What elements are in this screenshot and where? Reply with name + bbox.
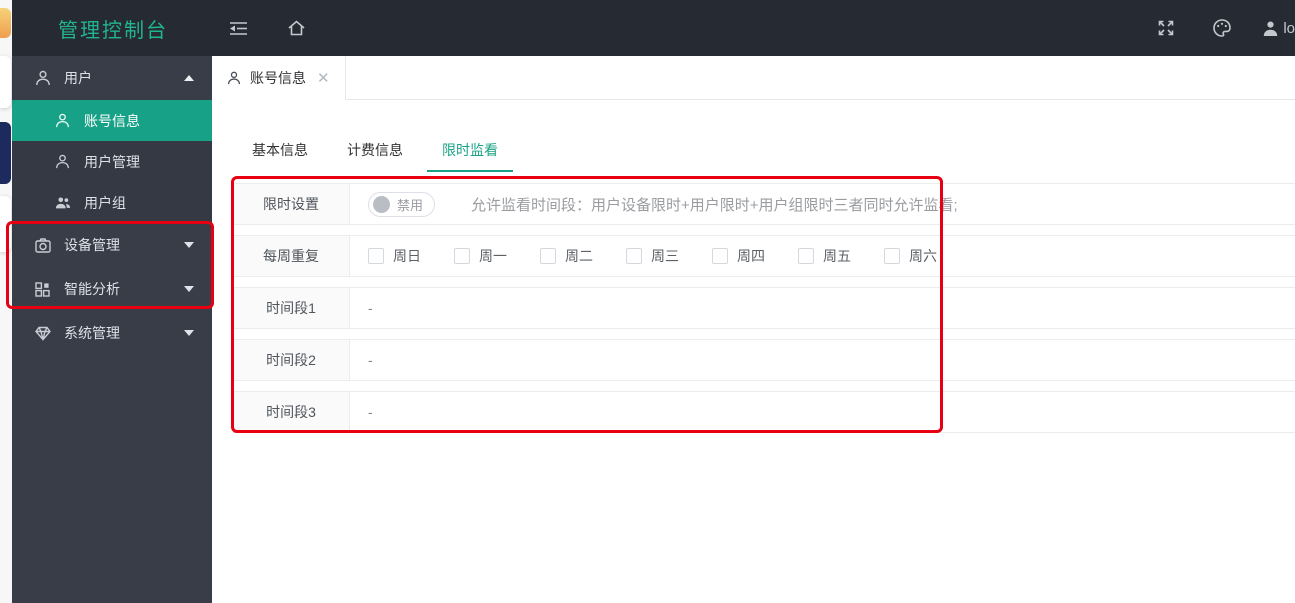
checkbox-icon[interactable] xyxy=(626,248,642,264)
sidebar-item-label: 用户 xyxy=(64,70,92,86)
form-row-weekly-repeat: 每周重复 周日 周一 周二 周三 周四 周五 周六 xyxy=(233,235,1295,277)
sidebar-item-users-parent[interactable]: 用户 xyxy=(12,56,212,100)
period-value: - xyxy=(368,300,373,316)
form-row-period-1: 时间段1 - xyxy=(233,287,1295,329)
checkbox-icon[interactable] xyxy=(368,248,384,264)
blocks-grid-icon xyxy=(34,281,51,298)
subtab-basic-info[interactable]: 基本信息 xyxy=(237,130,323,172)
background-window-fragment xyxy=(0,8,11,38)
form-row-period-2: 时间段2 - xyxy=(233,339,1295,381)
user-menu[interactable]: lo xyxy=(1262,20,1295,37)
form-row-limit-setting: 限时设置 禁用 允许监看时间段：用户设备限时+用户限时+用户组限时三者同时允许监… xyxy=(233,183,1295,225)
day-checkbox-thursday[interactable]: 周四 xyxy=(712,246,765,266)
sidebar-item-label: 用户管理 xyxy=(84,153,140,170)
topbar-right-group: lo xyxy=(1154,16,1295,40)
checkbox-icon[interactable] xyxy=(454,248,470,264)
checkbox-icon[interactable] xyxy=(884,248,900,264)
desktop-edge-strip xyxy=(0,0,12,603)
tab-account-info[interactable]: 账号信息 ✕ xyxy=(212,56,346,100)
open-tabs-bar: 账号信息 ✕ xyxy=(212,56,1295,100)
subtab-billing-info[interactable]: 计费信息 xyxy=(332,130,418,172)
sidebar-item-label: 用户组 xyxy=(84,194,126,211)
day-checkbox-saturday[interactable]: 周六 xyxy=(884,246,937,266)
topbar: 管理控制台 lo xyxy=(12,0,1295,56)
chevron-down-icon xyxy=(184,286,194,292)
sidebar-item-label: 系统管理 xyxy=(64,325,120,341)
chevron-down-icon xyxy=(184,242,194,248)
user-group-icon xyxy=(54,194,71,211)
gem-icon xyxy=(34,325,51,342)
row-label: 每周重复 xyxy=(233,236,350,276)
sidebar-item-intelligent-analysis[interactable]: 智能分析 xyxy=(12,267,212,311)
limit-toggle-switch[interactable]: 禁用 xyxy=(368,191,436,217)
checkbox-icon[interactable] xyxy=(540,248,556,264)
chevron-up-icon xyxy=(184,75,194,81)
limit-hint-text: 允许监看时间段：用户设备限时+用户限时+用户组限时三者同时允许监看; xyxy=(471,196,958,214)
checkbox-icon[interactable] xyxy=(712,248,728,264)
detail-subtabs: 基本信息 计费信息 限时监看 xyxy=(237,130,1295,172)
period-value: - xyxy=(368,404,373,420)
row-label: 时间段2 xyxy=(233,340,350,380)
sidebar-item-account-info[interactable]: 账号信息 xyxy=(12,100,212,141)
person-icon xyxy=(54,112,71,129)
checkbox-icon[interactable] xyxy=(798,248,814,264)
day-checkbox-friday[interactable]: 周五 xyxy=(798,246,851,266)
period-value: - xyxy=(368,352,373,368)
sidebar-item-system-management[interactable]: 系统管理 xyxy=(12,311,212,355)
user-icon xyxy=(1264,21,1278,36)
theme-palette-icon[interactable] xyxy=(1210,16,1234,40)
chevron-down-icon xyxy=(184,330,194,336)
username-text: lo xyxy=(1283,19,1295,37)
form-row-period-3: 时间段3 - xyxy=(233,391,1295,433)
toggle-knob xyxy=(373,195,390,213)
sidebar-item-user-management[interactable]: 用户管理 xyxy=(12,141,212,182)
sidebar-users-submenu: 账号信息 用户管理 用户组 xyxy=(12,100,212,223)
home-icon[interactable] xyxy=(284,16,308,40)
sidebar-item-label: 账号信息 xyxy=(84,112,140,129)
time-limit-form: 限时设置 禁用 允许监看时间段：用户设备限时+用户限时+用户组限时三者同时允许监… xyxy=(212,183,1295,433)
background-window-fragment xyxy=(0,56,11,108)
day-checkbox-wednesday[interactable]: 周三 xyxy=(626,246,679,266)
sidebar-item-label: 智能分析 xyxy=(64,281,120,297)
row-label: 时间段1 xyxy=(233,288,350,328)
person-icon xyxy=(227,71,241,84)
background-window-fragment xyxy=(0,196,11,252)
sidebar-collapse-icon[interactable] xyxy=(226,16,250,40)
row-label: 时间段3 xyxy=(233,392,350,432)
day-checkbox-tuesday[interactable]: 周二 xyxy=(540,246,593,266)
user-icon xyxy=(54,153,71,170)
day-checkbox-sunday[interactable]: 周日 xyxy=(368,246,421,266)
sidebar: 用户 账号信息 用户管理 用户组 设备管理 智能分析 系统管理 xyxy=(12,56,212,603)
main-content: 账号信息 ✕ 基本信息 计费信息 限时监看 限时设置 禁用 允许监看时间段：用户… xyxy=(212,56,1295,603)
tab-close-icon[interactable]: ✕ xyxy=(317,69,330,87)
sidebar-item-label: 设备管理 xyxy=(64,237,120,253)
fullscreen-icon[interactable] xyxy=(1154,16,1178,40)
user-icon xyxy=(34,70,51,87)
toggle-state-label: 禁用 xyxy=(397,197,424,213)
background-window-fragment xyxy=(0,122,11,184)
day-checkbox-monday[interactable]: 周一 xyxy=(454,246,507,266)
row-label: 限时设置 xyxy=(233,184,350,224)
camera-icon xyxy=(34,237,51,254)
sidebar-item-user-groups[interactable]: 用户组 xyxy=(12,182,212,223)
tab-label: 账号信息 xyxy=(250,69,306,86)
subtab-time-limit-monitor[interactable]: 限时监看 xyxy=(427,130,513,172)
app-title: 管理控制台 xyxy=(58,19,168,42)
sidebar-item-device-management[interactable]: 设备管理 xyxy=(12,223,212,267)
